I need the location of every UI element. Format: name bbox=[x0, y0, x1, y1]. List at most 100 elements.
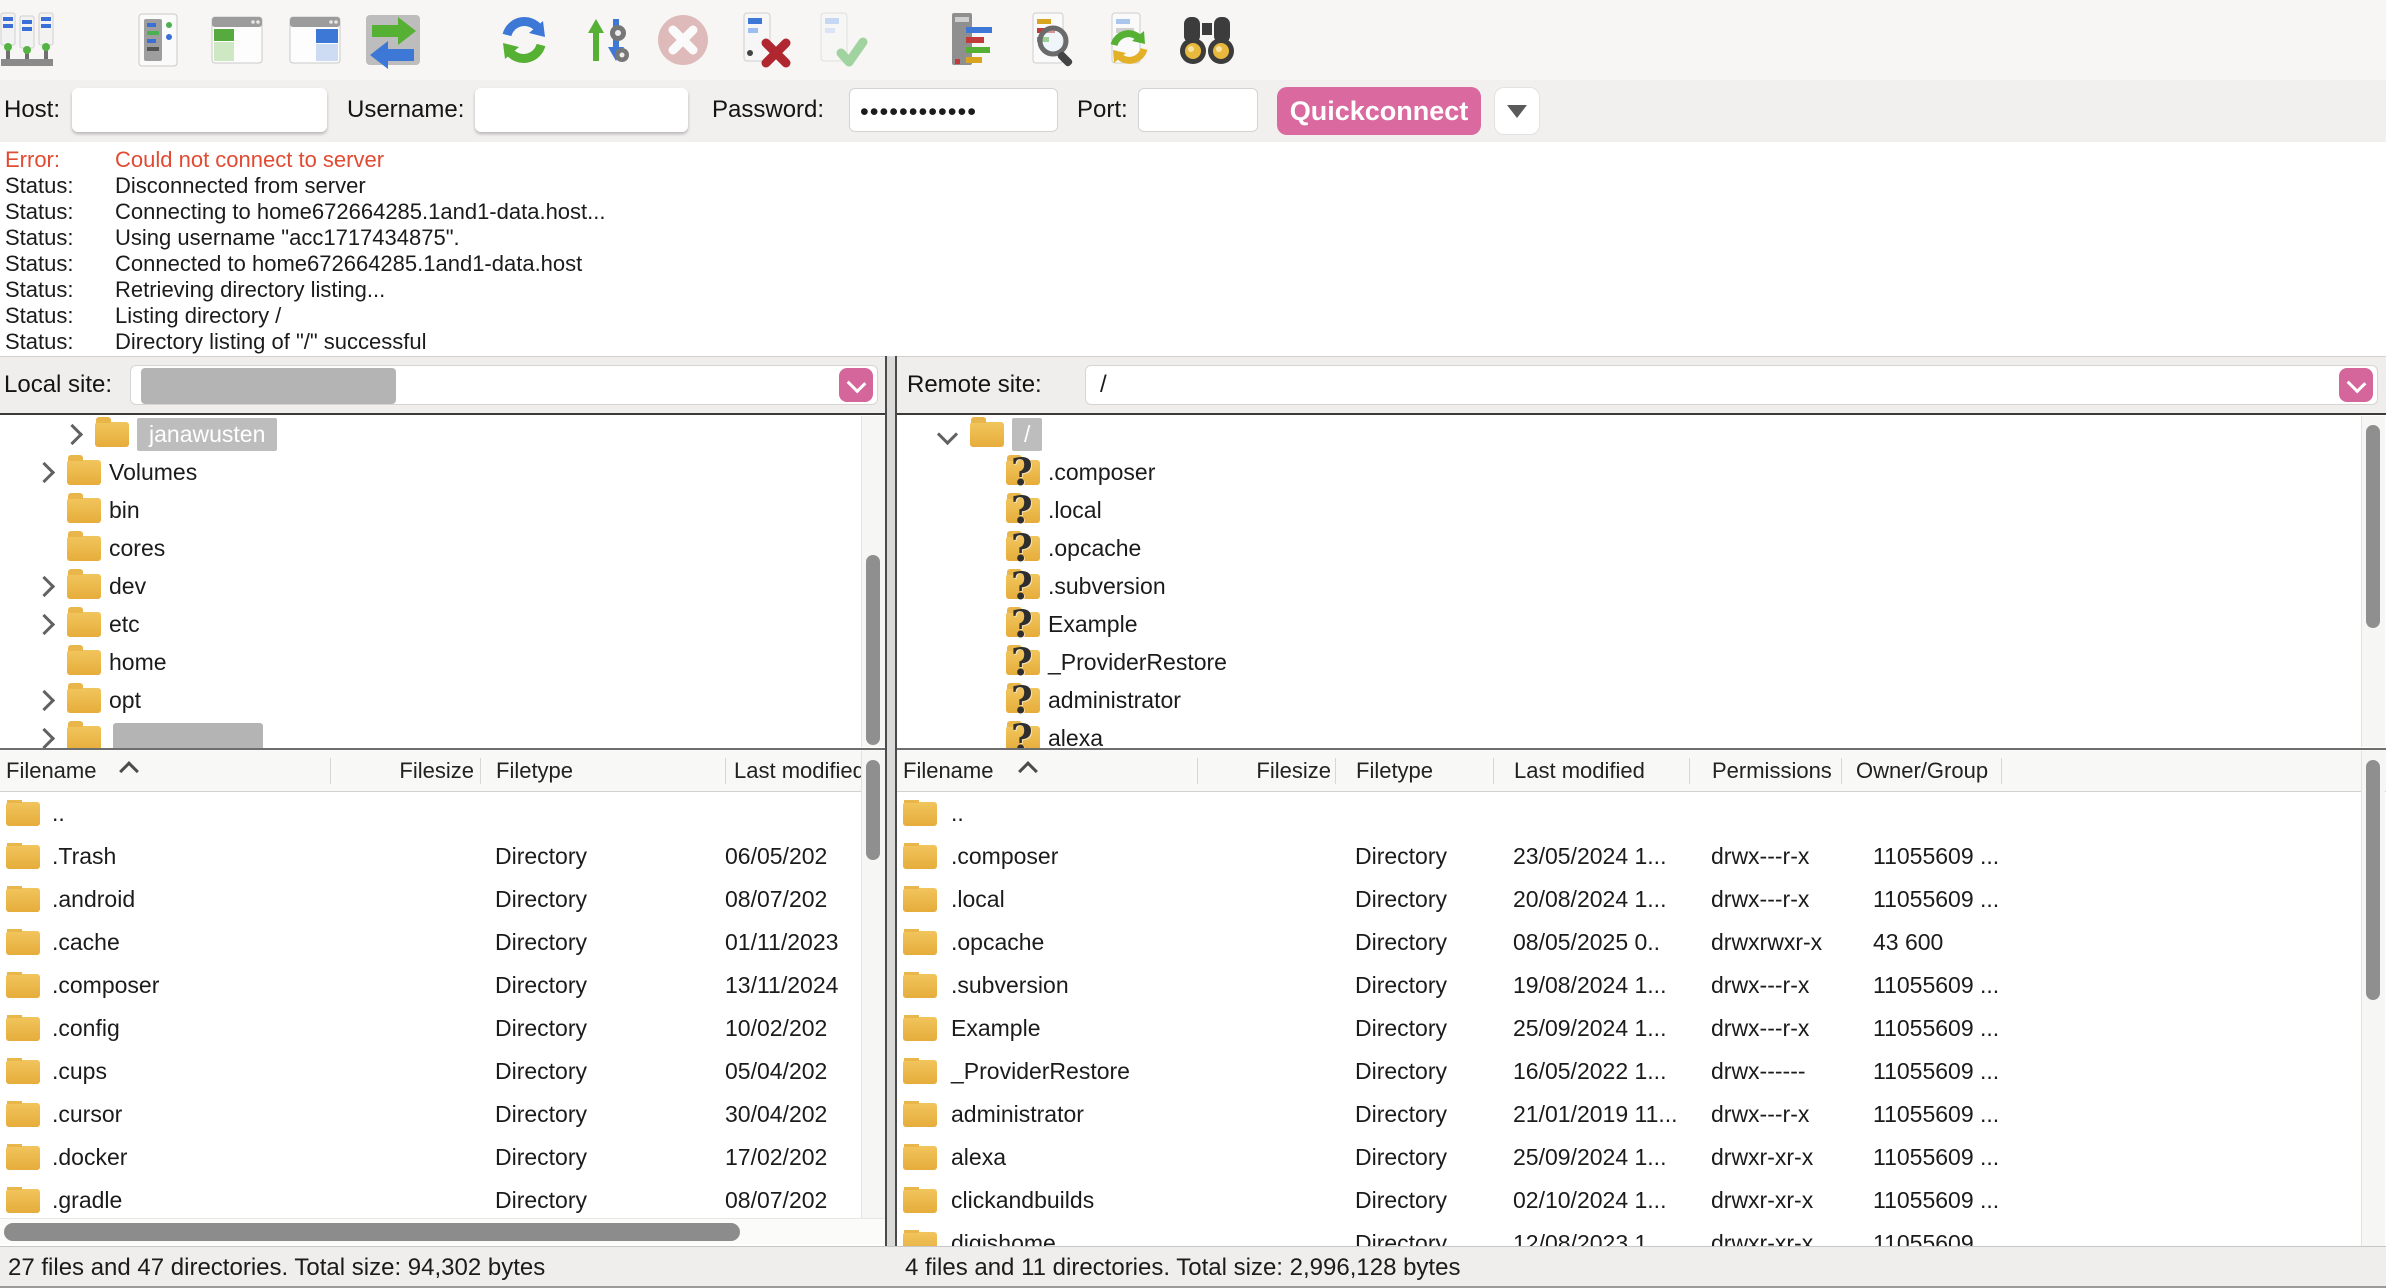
disconnect-button[interactable] bbox=[734, 11, 792, 69]
file-row[interactable]: .composer Directory 13/11/2024 bbox=[0, 964, 885, 1007]
quickconnect-dropdown-button[interactable] bbox=[1494, 87, 1540, 135]
file-name: .cups bbox=[52, 1058, 107, 1085]
password-input[interactable]: •••••••••••• bbox=[849, 88, 1058, 132]
reconnect-button[interactable] bbox=[811, 11, 869, 69]
remote-site-combo[interactable]: / bbox=[1085, 365, 2378, 405]
remote-header-last-modified[interactable]: Last modified bbox=[1493, 758, 1689, 784]
tree-item[interactable]: ? Example bbox=[897, 605, 2386, 643]
file-row[interactable]: clickandbuilds Directory 02/10/2024 1...… bbox=[897, 1179, 2386, 1222]
tree-item[interactable]: ? alexa bbox=[897, 719, 2386, 748]
tree-item[interactable]: ? .subversion bbox=[897, 567, 2386, 605]
local-tree-scrollbar-thumb[interactable] bbox=[866, 555, 880, 745]
file-row[interactable]: alexa Directory 25/09/2024 1... drwxr-xr… bbox=[897, 1136, 2386, 1179]
refresh-button[interactable] bbox=[495, 11, 553, 69]
file-row[interactable]: .composer Directory 23/05/2024 1... drwx… bbox=[897, 835, 2386, 878]
tree-item[interactable]: ? janawusten bbox=[0, 415, 885, 453]
log-text: Listing directory / bbox=[109, 303, 281, 329]
tree-item[interactable]: ? dev bbox=[0, 567, 885, 605]
header-label: Last modified bbox=[734, 758, 865, 783]
directory-comparison-button[interactable] bbox=[944, 11, 1002, 69]
site-manager-button[interactable] bbox=[0, 11, 58, 69]
file-row[interactable]: administrator Directory 21/01/2019 11...… bbox=[897, 1093, 2386, 1136]
file-type: Directory bbox=[1335, 1187, 1493, 1214]
file-row[interactable]: _ProviderRestore Directory 16/05/2022 1.… bbox=[897, 1050, 2386, 1093]
file-row[interactable]: .docker Directory 17/02/202 bbox=[0, 1136, 885, 1179]
port-input[interactable] bbox=[1138, 88, 1258, 132]
toggle-transfer-queue-button[interactable] bbox=[364, 11, 422, 69]
tree-item[interactable]: ? bbox=[0, 719, 885, 748]
file-row[interactable]: digishome Directory 12/08/2023 1... drwx… bbox=[897, 1222, 2386, 1246]
log-row: Status: Using username "acc1717434875". bbox=[0, 225, 2386, 251]
tree-item[interactable]: ? cores bbox=[0, 529, 885, 567]
local-site-combo[interactable] bbox=[130, 365, 878, 405]
folder-icon: ? bbox=[67, 460, 101, 485]
tree-item[interactable]: ? / bbox=[897, 415, 2386, 453]
file-row[interactable]: .opcache Directory 08/05/2025 0.. drwxrw… bbox=[897, 921, 2386, 964]
local-header-filetype[interactable]: Filetype bbox=[480, 758, 725, 784]
folder-icon: ? bbox=[1006, 726, 1040, 749]
host-input[interactable] bbox=[72, 88, 327, 132]
chevron-icon[interactable] bbox=[62, 423, 83, 444]
chevron-down-icon bbox=[2346, 373, 2366, 393]
toggle-message-log-button[interactable] bbox=[131, 11, 189, 69]
tree-item[interactable]: ? home bbox=[0, 643, 885, 681]
chevron-icon[interactable] bbox=[34, 613, 55, 634]
file-row[interactable]: .Trash Directory 06/05/202 bbox=[0, 835, 885, 878]
file-type: Directory bbox=[1335, 843, 1493, 870]
synchronized-browsing-button[interactable] bbox=[1100, 11, 1158, 69]
remote-header-owner-group[interactable]: Owner/Group bbox=[1841, 758, 2001, 784]
file-row[interactable]: .. bbox=[897, 792, 2386, 835]
toggle-remote-tree-button[interactable] bbox=[286, 11, 344, 69]
file-row[interactable]: .android Directory 08/07/202 bbox=[0, 878, 885, 921]
quickconnect-button[interactable]: Quickconnect bbox=[1277, 87, 1481, 135]
file-owner-group: 11055609 ... bbox=[1841, 886, 2386, 913]
tree-item[interactable]: ? .opcache bbox=[897, 529, 2386, 567]
remote-header-filename[interactable]: Filename bbox=[897, 758, 1197, 784]
local-header-filesize[interactable]: Filesize bbox=[330, 758, 480, 784]
tree-item[interactable]: ? administrator bbox=[897, 681, 2386, 719]
tree-item-label: Volumes bbox=[109, 459, 197, 486]
remote-header-filesize[interactable]: Filesize bbox=[1197, 758, 1335, 784]
local-list-scrollbar-thumb[interactable] bbox=[866, 760, 880, 860]
file-row[interactable]: .cursor Directory 30/04/202 bbox=[0, 1093, 885, 1136]
find-files-button[interactable] bbox=[1178, 11, 1236, 69]
remote-list-scrollbar-thumb[interactable] bbox=[2366, 760, 2380, 1000]
tree-item[interactable]: ? _ProviderRestore bbox=[897, 643, 2386, 681]
tree-item[interactable]: ? .composer bbox=[897, 453, 2386, 491]
chevron-icon[interactable] bbox=[34, 575, 55, 596]
chevron-icon[interactable] bbox=[34, 461, 55, 482]
remote-header-filetype[interactable]: Filetype bbox=[1335, 758, 1493, 784]
file-row[interactable]: .. bbox=[0, 792, 885, 835]
folder-icon bbox=[903, 1060, 937, 1084]
file-row[interactable]: .cache Directory 01/11/2023 bbox=[0, 921, 885, 964]
remote-site-dropdown-button[interactable] bbox=[2339, 368, 2373, 402]
file-row[interactable]: .subversion Directory 19/08/2024 1... dr… bbox=[897, 964, 2386, 1007]
file-name: .composer bbox=[951, 843, 1058, 870]
chevron-icon[interactable] bbox=[937, 423, 958, 444]
tree-item[interactable]: ? opt bbox=[0, 681, 885, 719]
chevron-icon[interactable] bbox=[34, 689, 55, 710]
remote-header-permissions[interactable]: Permissions bbox=[1689, 758, 1841, 784]
chevron-icon[interactable] bbox=[34, 727, 55, 748]
file-row[interactable]: Example Directory 25/09/2024 1... drwx--… bbox=[897, 1007, 2386, 1050]
file-row[interactable]: .cups Directory 05/04/202 bbox=[0, 1050, 885, 1093]
remote-tree-scrollbar-thumb[interactable] bbox=[2366, 425, 2380, 628]
file-row[interactable]: .gradle Directory 08/07/202 bbox=[0, 1179, 885, 1222]
file-row[interactable]: .local Directory 20/08/2024 1... drwx---… bbox=[897, 878, 2386, 921]
local-site-dropdown-button[interactable] bbox=[839, 368, 873, 402]
process-queue-button[interactable] bbox=[574, 11, 632, 69]
tree-item[interactable]: ? etc bbox=[0, 605, 885, 643]
filter-button[interactable] bbox=[1023, 11, 1081, 69]
local-list-horizontal-scrollbar[interactable] bbox=[0, 1218, 885, 1244]
folder-icon bbox=[6, 802, 40, 826]
toggle-local-tree-button[interactable] bbox=[208, 11, 266, 69]
tree-item[interactable]: ? .local bbox=[897, 491, 2386, 529]
tree-item[interactable]: ? Volumes bbox=[0, 453, 885, 491]
pane-divider[interactable] bbox=[885, 356, 897, 1288]
tree-item[interactable]: ? bin bbox=[0, 491, 885, 529]
horizontal-scrollbar-thumb[interactable] bbox=[4, 1223, 740, 1241]
username-input[interactable] bbox=[475, 88, 688, 132]
local-header-filename[interactable]: Filename bbox=[0, 758, 330, 784]
file-row[interactable]: .config Directory 10/02/202 bbox=[0, 1007, 885, 1050]
cancel-button[interactable] bbox=[654, 11, 712, 69]
